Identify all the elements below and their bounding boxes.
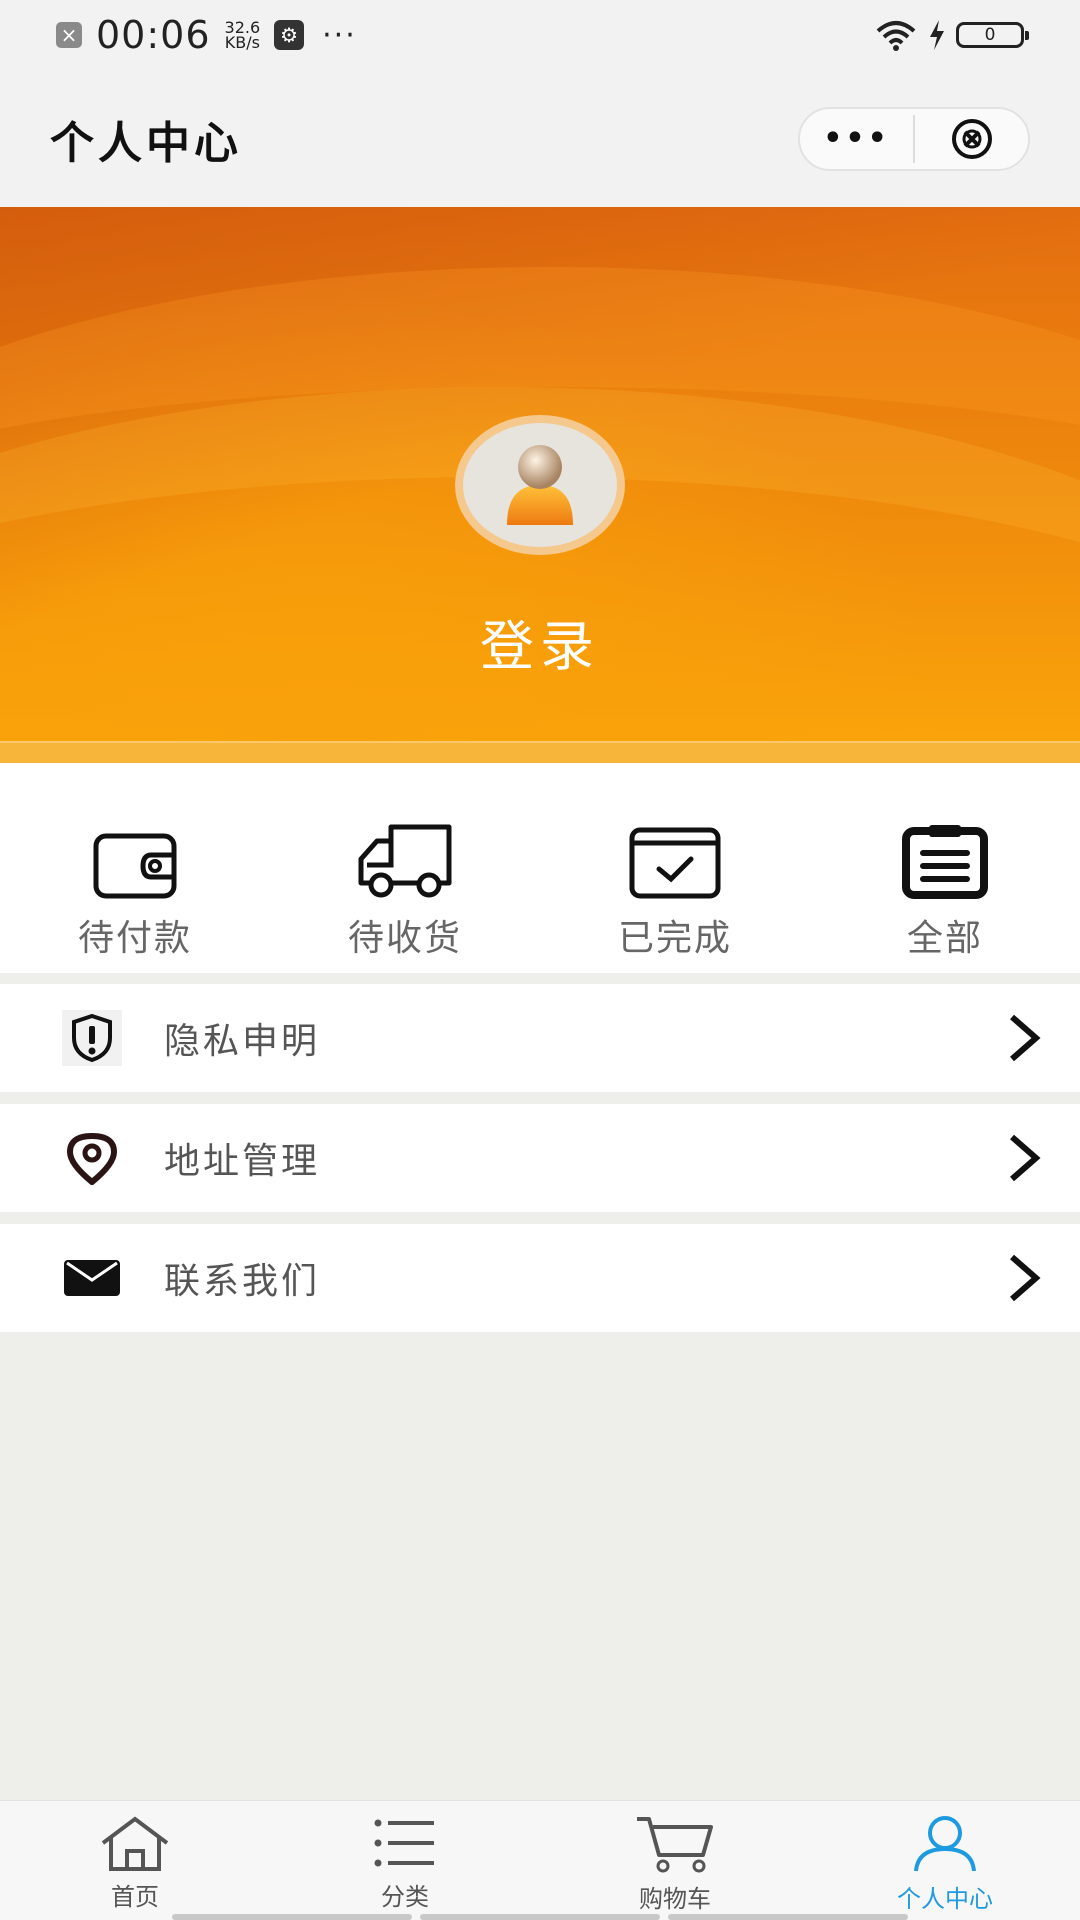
shield-alert-icon <box>62 1010 122 1066</box>
login-button[interactable]: 登录 <box>0 602 1080 681</box>
menu-item-label: 地址管理 <box>164 1141 321 1182</box>
bottom-tab-bar: 首页 分类 购物车 个人中心 <box>0 1800 1080 1920</box>
order-label: 待付款 <box>77 918 192 959</box>
usb-debug-icon: ⚙ <box>274 20 305 50</box>
page-title: 个人中心 <box>50 117 242 169</box>
tab-cart[interactable]: 购物车 <box>540 1801 810 1920</box>
menu-item-address[interactable]: 地址管理 <box>0 1104 1080 1212</box>
tab-label: 分类 <box>381 1883 429 1911</box>
menu-list: 隐私申明 地址管理 联系我们 <box>0 984 1080 1344</box>
menu-item-contact[interactable]: 联系我们 <box>0 1224 1080 1332</box>
user-icon <box>914 1816 976 1872</box>
order-pending-payment[interactable]: 待付款 <box>0 763 270 973</box>
truck-icon <box>358 824 452 898</box>
gesture-bar <box>0 1914 1080 1920</box>
notification-close-icon: × <box>56 22 82 48</box>
home-icon <box>101 1816 169 1871</box>
tab-home[interactable]: 首页 <box>0 1801 270 1920</box>
close-circle-icon <box>951 118 992 159</box>
status-bar: × 00:06 32.6 KB/s ⚙ ··· 0 <box>0 0 1080 70</box>
more-dots-icon: ••• <box>823 121 890 156</box>
order-label: 已完成 <box>617 918 732 959</box>
order-completed[interactable]: 已完成 <box>540 763 810 973</box>
avatar[interactable] <box>455 415 625 555</box>
more-button[interactable]: ••• <box>800 109 913 169</box>
chevron-right-icon <box>1010 1134 1041 1182</box>
tab-label: 首页 <box>111 1883 159 1911</box>
tab-category[interactable]: 分类 <box>270 1801 540 1920</box>
menu-item-label: 联系我们 <box>164 1261 321 1302</box>
battery-indicator: 0 <box>956 22 1029 48</box>
tab-label: 购物车 <box>639 1885 711 1913</box>
chevron-right-icon <box>1010 1014 1041 1062</box>
order-label: 全部 <box>906 918 983 959</box>
mail-icon <box>64 1260 120 1296</box>
menu-item-label: 隐私申明 <box>164 1021 321 1062</box>
location-pin-icon <box>67 1133 117 1185</box>
title-bar: 个人中心 ••• <box>0 70 1080 207</box>
network-speed: 32.6 KB/s <box>224 18 261 52</box>
completed-check-icon <box>629 827 721 899</box>
chevron-right-icon <box>1010 1254 1041 1302</box>
category-list-icon <box>374 1819 434 1867</box>
wallet-icon <box>93 833 177 899</box>
mini-program-capsule: ••• <box>798 106 1030 171</box>
wifi-icon <box>876 21 916 51</box>
menu-item-privacy[interactable]: 隐私申明 <box>0 984 1080 1092</box>
tab-label: 个人中心 <box>897 1885 993 1913</box>
order-label: 待收货 <box>347 918 462 959</box>
tab-profile[interactable]: 个人中心 <box>810 1801 1080 1920</box>
banner-bottom-strip <box>0 741 1080 763</box>
order-all[interactable]: 全部 <box>810 763 1080 973</box>
default-avatar-icon <box>507 445 573 525</box>
more-notifications-icon: ··· <box>322 17 357 53</box>
charging-icon <box>930 20 944 50</box>
status-time: 00:06 <box>96 13 211 57</box>
cart-icon <box>637 1817 713 1873</box>
profile-banner: 登录 <box>0 207 1080 763</box>
clipboard-list-icon <box>902 825 988 899</box>
order-shortcuts: 待付款 待收货 已完成 全部 <box>0 763 1080 973</box>
close-button[interactable] <box>915 109 1028 169</box>
order-pending-receipt[interactable]: 待收货 <box>270 763 540 973</box>
